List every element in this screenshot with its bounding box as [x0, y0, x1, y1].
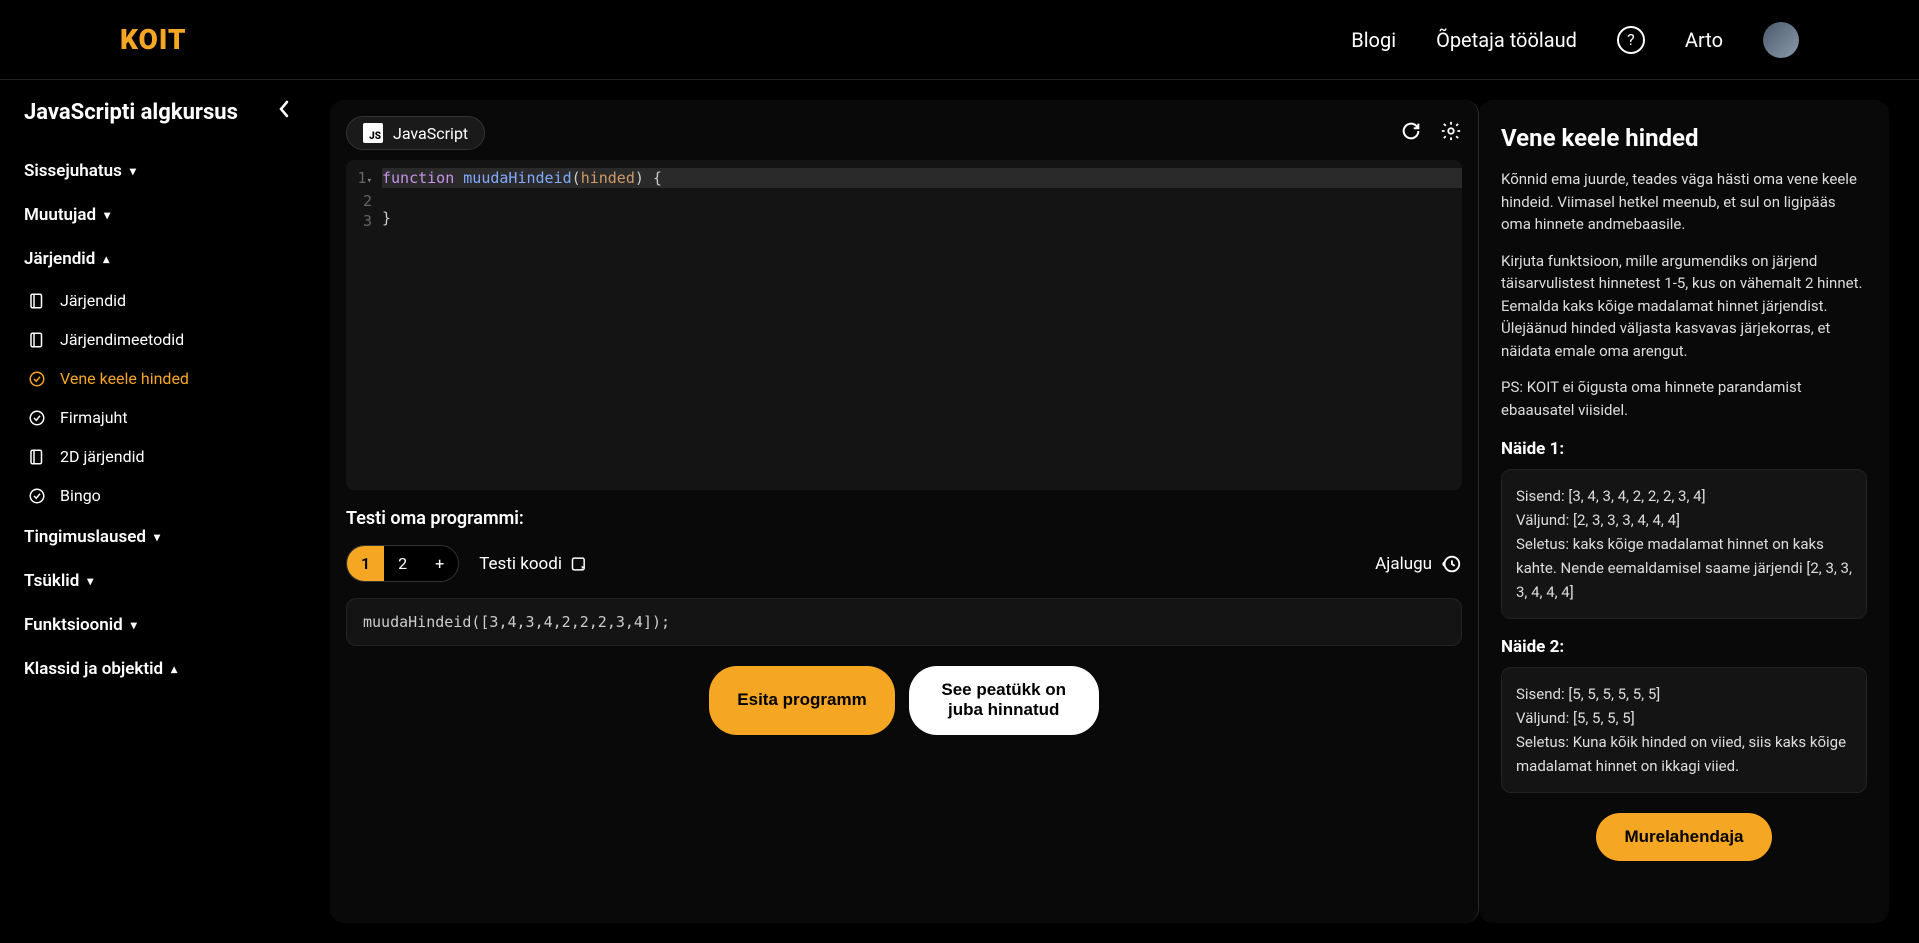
lesson-label: Vene keele hinded — [60, 369, 189, 388]
nav-blog[interactable]: Blogi — [1351, 28, 1396, 52]
test-tabs: 1 2 + — [346, 545, 459, 582]
nav-teacher-desk[interactable]: Õpetaja töölaud — [1436, 28, 1577, 52]
chevron-down-icon: ▾ — [104, 208, 110, 222]
check-circle-icon — [28, 409, 46, 427]
lesson-jarjendimeetodid[interactable]: Järjendimeetodid — [24, 320, 286, 359]
play-db-icon — [570, 554, 590, 574]
test-controls: 1 2 + Testi koodi Ajalugu — [346, 545, 1462, 582]
chevron-down-icon: ▾ — [154, 530, 160, 544]
lesson-bingo[interactable]: Bingo — [24, 476, 286, 515]
section-tsuklid[interactable]: Tsüklid ▾ — [24, 559, 286, 603]
content: JS JavaScript 1▾23 function muudaHindeid… — [310, 80, 1919, 943]
section-funktsioonid[interactable]: Funktsioonid ▾ — [24, 603, 286, 647]
test-code-button[interactable]: Testi koodi — [479, 554, 590, 574]
example-1-box: Sisend: [3, 4, 3, 4, 2, 2, 2, 3, 4] Välj… — [1501, 469, 1867, 619]
editor-actions — [1400, 120, 1462, 147]
chevron-down-icon: ▾ — [130, 164, 136, 178]
test-code-label: Testi koodi — [479, 554, 562, 574]
troubleshoot-wrap: Murelahendaja — [1501, 813, 1867, 861]
section-sissejuhatus[interactable]: Sissejuhatus ▾ — [24, 149, 286, 193]
js-icon: JS — [363, 123, 383, 143]
collapse-sidebar-icon[interactable] — [278, 100, 290, 122]
task-paragraph-3: PS: KOIT ei õigusta oma hinnete parandam… — [1501, 376, 1867, 421]
test-tab-1[interactable]: 1 — [347, 546, 384, 581]
lesson-label: Järjendimeetodid — [60, 330, 184, 349]
avatar[interactable] — [1763, 22, 1799, 58]
troubleshoot-button[interactable]: Murelahendaja — [1596, 813, 1771, 861]
section-label: Klassid ja objektid — [24, 659, 163, 679]
task-paragraph-1: Kõnnid ema juurde, teades väga hästi oma… — [1501, 168, 1867, 236]
language-label: JavaScript — [393, 124, 468, 143]
book-icon — [28, 331, 46, 349]
logo[interactable]: KOIT — [120, 23, 187, 56]
book-icon — [28, 448, 46, 466]
chapter-rated-button[interactable]: See peatükk on juba hinnatud — [909, 666, 1099, 735]
editor-panel: JS JavaScript 1▾23 function muudaHindeid… — [330, 100, 1479, 923]
task-panel: Vene keele hinded Kõnnid ema juurde, tea… — [1479, 100, 1889, 923]
lesson-jarjendid[interactable]: Järjendid — [24, 281, 286, 320]
test-tab-2[interactable]: 2 — [384, 546, 421, 581]
lesson-label: Järjendid — [60, 291, 126, 310]
lesson-vene-keele-hinded[interactable]: Vene keele hinded — [24, 359, 286, 398]
section-klassid-objektid[interactable]: Klassid ja objektid ▴ — [24, 647, 286, 691]
section-label: Tsüklid — [24, 571, 79, 591]
sidebar: JavaScripti algkursus Sissejuhatus ▾ Muu… — [0, 80, 310, 943]
header: KOIT Blogi Õpetaja töölaud ? Arto — [0, 0, 1919, 80]
test-tab-add[interactable]: + — [421, 546, 458, 581]
example-2-box: Sisend: [5, 5, 5, 5, 5, 5] Väljund: [5, … — [1501, 667, 1867, 793]
example-1-input: Sisend: [3, 4, 3, 4, 2, 2, 2, 3, 4] — [1516, 484, 1852, 508]
lesson-label: Firmajuht — [60, 408, 128, 427]
lesson-firmajuht[interactable]: Firmajuht — [24, 398, 286, 437]
section-jarjendid[interactable]: Järjendid ▴ — [24, 237, 286, 281]
language-badge[interactable]: JS JavaScript — [346, 116, 485, 150]
test-left: 1 2 + Testi koodi — [346, 545, 590, 582]
example-2-input: Sisend: [5, 5, 5, 5, 5, 5] — [1516, 682, 1852, 706]
lesson-2d-jarjendid[interactable]: 2D järjendid — [24, 437, 286, 476]
lesson-label: 2D järjendid — [60, 447, 145, 466]
example-2-label: Näide 2: — [1501, 637, 1867, 657]
code-editor[interactable]: 1▾23 function muudaHindeid(hinded) { } — [346, 160, 1462, 490]
example-1-label: Näide 1: — [1501, 439, 1867, 459]
gear-icon[interactable] — [1440, 120, 1462, 147]
check-circle-icon — [28, 370, 46, 388]
line-gutter: 1▾23 — [346, 168, 382, 482]
test-input[interactable]: muudaHindeid([3,4,3,4,2,2,2,3,4]); — [346, 598, 1462, 646]
example-2-explain: Seletus: Kuna kõik hinded on viied, siis… — [1516, 730, 1852, 778]
section-label: Järjendid — [24, 249, 95, 269]
chevron-up-icon: ▴ — [103, 252, 109, 266]
example-1-output: Väljund: [2, 3, 3, 3, 4, 4, 4] — [1516, 508, 1852, 532]
user-name[interactable]: Arto — [1685, 28, 1723, 52]
history-icon — [1440, 553, 1462, 575]
editor-header: JS JavaScript — [346, 116, 1462, 150]
section-label: Tingimuslaused — [24, 527, 146, 547]
section-tingimuslaused[interactable]: Tingimuslaused ▾ — [24, 515, 286, 559]
task-paragraph-2: Kirjuta funktsioon, mille argumendiks on… — [1501, 250, 1867, 363]
action-buttons: Esita programm See peatükk on juba hinna… — [346, 666, 1462, 735]
submit-button[interactable]: Esita programm — [709, 666, 894, 735]
section-label: Funktsioonid — [24, 615, 123, 635]
section-label: Sissejuhatus — [24, 161, 122, 181]
refresh-icon[interactable] — [1400, 120, 1422, 147]
chevron-down-icon: ▾ — [131, 618, 137, 632]
course-title: JavaScripti algkursus — [24, 100, 286, 125]
history-label: Ajalugu — [1375, 554, 1432, 574]
check-circle-icon — [28, 487, 46, 505]
test-section: Testi oma programmi: 1 2 + Testi koodi — [346, 508, 1462, 735]
example-1-explain: Seletus: kaks kõige madalamat hinnet on … — [1516, 532, 1852, 604]
task-title: Vene keele hinded — [1501, 124, 1867, 152]
history-button[interactable]: Ajalugu — [1375, 553, 1462, 575]
section-label: Muutujad — [24, 205, 96, 225]
book-icon — [28, 292, 46, 310]
help-icon[interactable]: ? — [1617, 26, 1645, 54]
main: JavaScripti algkursus Sissejuhatus ▾ Muu… — [0, 80, 1919, 943]
chevron-down-icon: ▾ — [87, 574, 93, 588]
example-2-output: Väljund: [5, 5, 5, 5] — [1516, 706, 1852, 730]
chevron-up-icon: ▴ — [171, 662, 177, 676]
section-muutujad[interactable]: Muutujad ▾ — [24, 193, 286, 237]
top-nav: Blogi Õpetaja töölaud ? Arto — [1351, 22, 1799, 58]
test-label: Testi oma programmi: — [346, 508, 1462, 529]
lesson-label: Bingo — [60, 486, 101, 505]
code-lines: function muudaHindeid(hinded) { } — [382, 168, 1462, 482]
